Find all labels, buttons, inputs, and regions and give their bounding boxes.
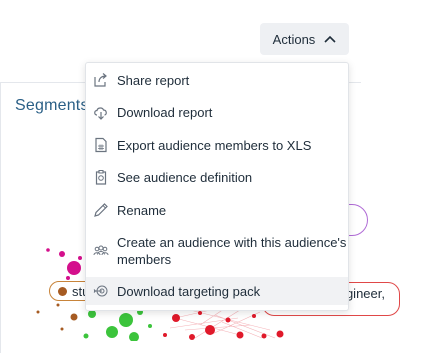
menu-item-label: Rename: [117, 203, 167, 218]
chevron-up-icon: [324, 35, 336, 43]
menu-item-download-report[interactable]: Download report: [86, 104, 348, 124]
menu-item-create-audience[interactable]: Create an audience with this audience's …: [86, 234, 348, 272]
cloud-download-icon: [94, 107, 107, 120]
actions-button-label: Actions: [272, 31, 316, 47]
node-color-dot: [58, 286, 67, 296]
menu-item-see-definition[interactable]: See audience definition: [86, 169, 348, 189]
actions-button[interactable]: Actions: [260, 23, 349, 55]
share-icon: [94, 73, 107, 87]
menu-item-label: Download targeting pack: [117, 284, 261, 299]
menu-item-label: Create an audience with this audience's …: [117, 235, 347, 267]
menu-item-download-targeting-pack[interactable]: Download targeting pack: [86, 277, 348, 305]
actions-menu: Share report Download report Export audi…: [85, 62, 349, 311]
menu-item-label: Export audience members to XLS: [117, 138, 312, 153]
spreadsheet-icon: [95, 137, 107, 153]
pencil-icon: [94, 203, 108, 217]
menu-item-label: Share report: [117, 73, 190, 88]
people-icon: [93, 245, 109, 256]
menu-item-share-report[interactable]: Share report: [86, 72, 348, 92]
menu-item-rename[interactable]: Rename: [86, 202, 348, 222]
target-icon: [93, 285, 108, 297]
menu-item-label: See audience definition: [117, 170, 253, 185]
graph-label-right-text: gineer,: [345, 286, 385, 301]
menu-item-export-xls[interactable]: Export audience members to XLS: [86, 137, 348, 157]
clipboard-icon: [95, 169, 107, 185]
menu-item-label: Download report: [117, 105, 213, 120]
